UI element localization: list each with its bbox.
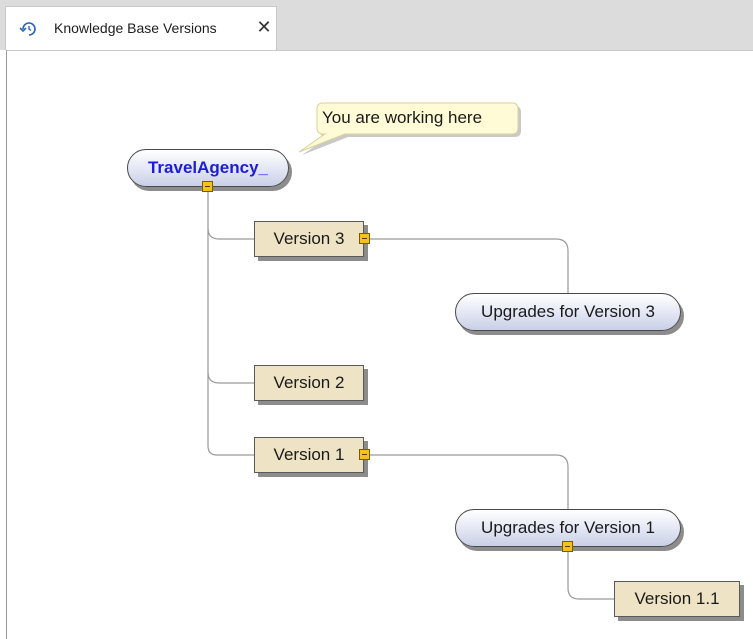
- node-label: Version 3: [273, 229, 345, 248]
- collapse-toggle-version-3[interactable]: [359, 233, 370, 244]
- close-icon[interactable]: ✕: [255, 18, 273, 36]
- tab-title: Knowledge Base Versions: [54, 20, 217, 36]
- collapse-toggle-upgrades-version-1[interactable]: [562, 541, 573, 552]
- version-tree-canvas: [6, 50, 753, 639]
- node-label: Upgrades for Version 3: [481, 302, 655, 321]
- node-version-1[interactable]: Version 1: [254, 437, 364, 473]
- node-label: TravelAgency_: [147, 158, 268, 177]
- callout-you-are-working-here: You are working here: [322, 108, 483, 127]
- collapse-toggle-root[interactable]: [202, 181, 213, 192]
- node-version-3[interactable]: Version 3: [254, 221, 364, 257]
- node-label: Version 2: [273, 373, 345, 392]
- history-icon: [19, 20, 39, 38]
- node-version-1-1[interactable]: Version 1.1: [614, 581, 740, 617]
- node-version-2[interactable]: Version 2: [254, 365, 364, 401]
- node-label: Upgrades for Version 1: [481, 518, 655, 537]
- node-upgrades-version-3[interactable]: Upgrades for Version 3: [455, 293, 681, 331]
- node-label: Version 1: [273, 445, 345, 464]
- collapse-toggle-version-1[interactable]: [359, 449, 370, 460]
- tab-knowledge-base-versions[interactable]: Knowledge Base Versions ✕: [5, 6, 277, 50]
- node-label: Version 1.1: [634, 589, 720, 608]
